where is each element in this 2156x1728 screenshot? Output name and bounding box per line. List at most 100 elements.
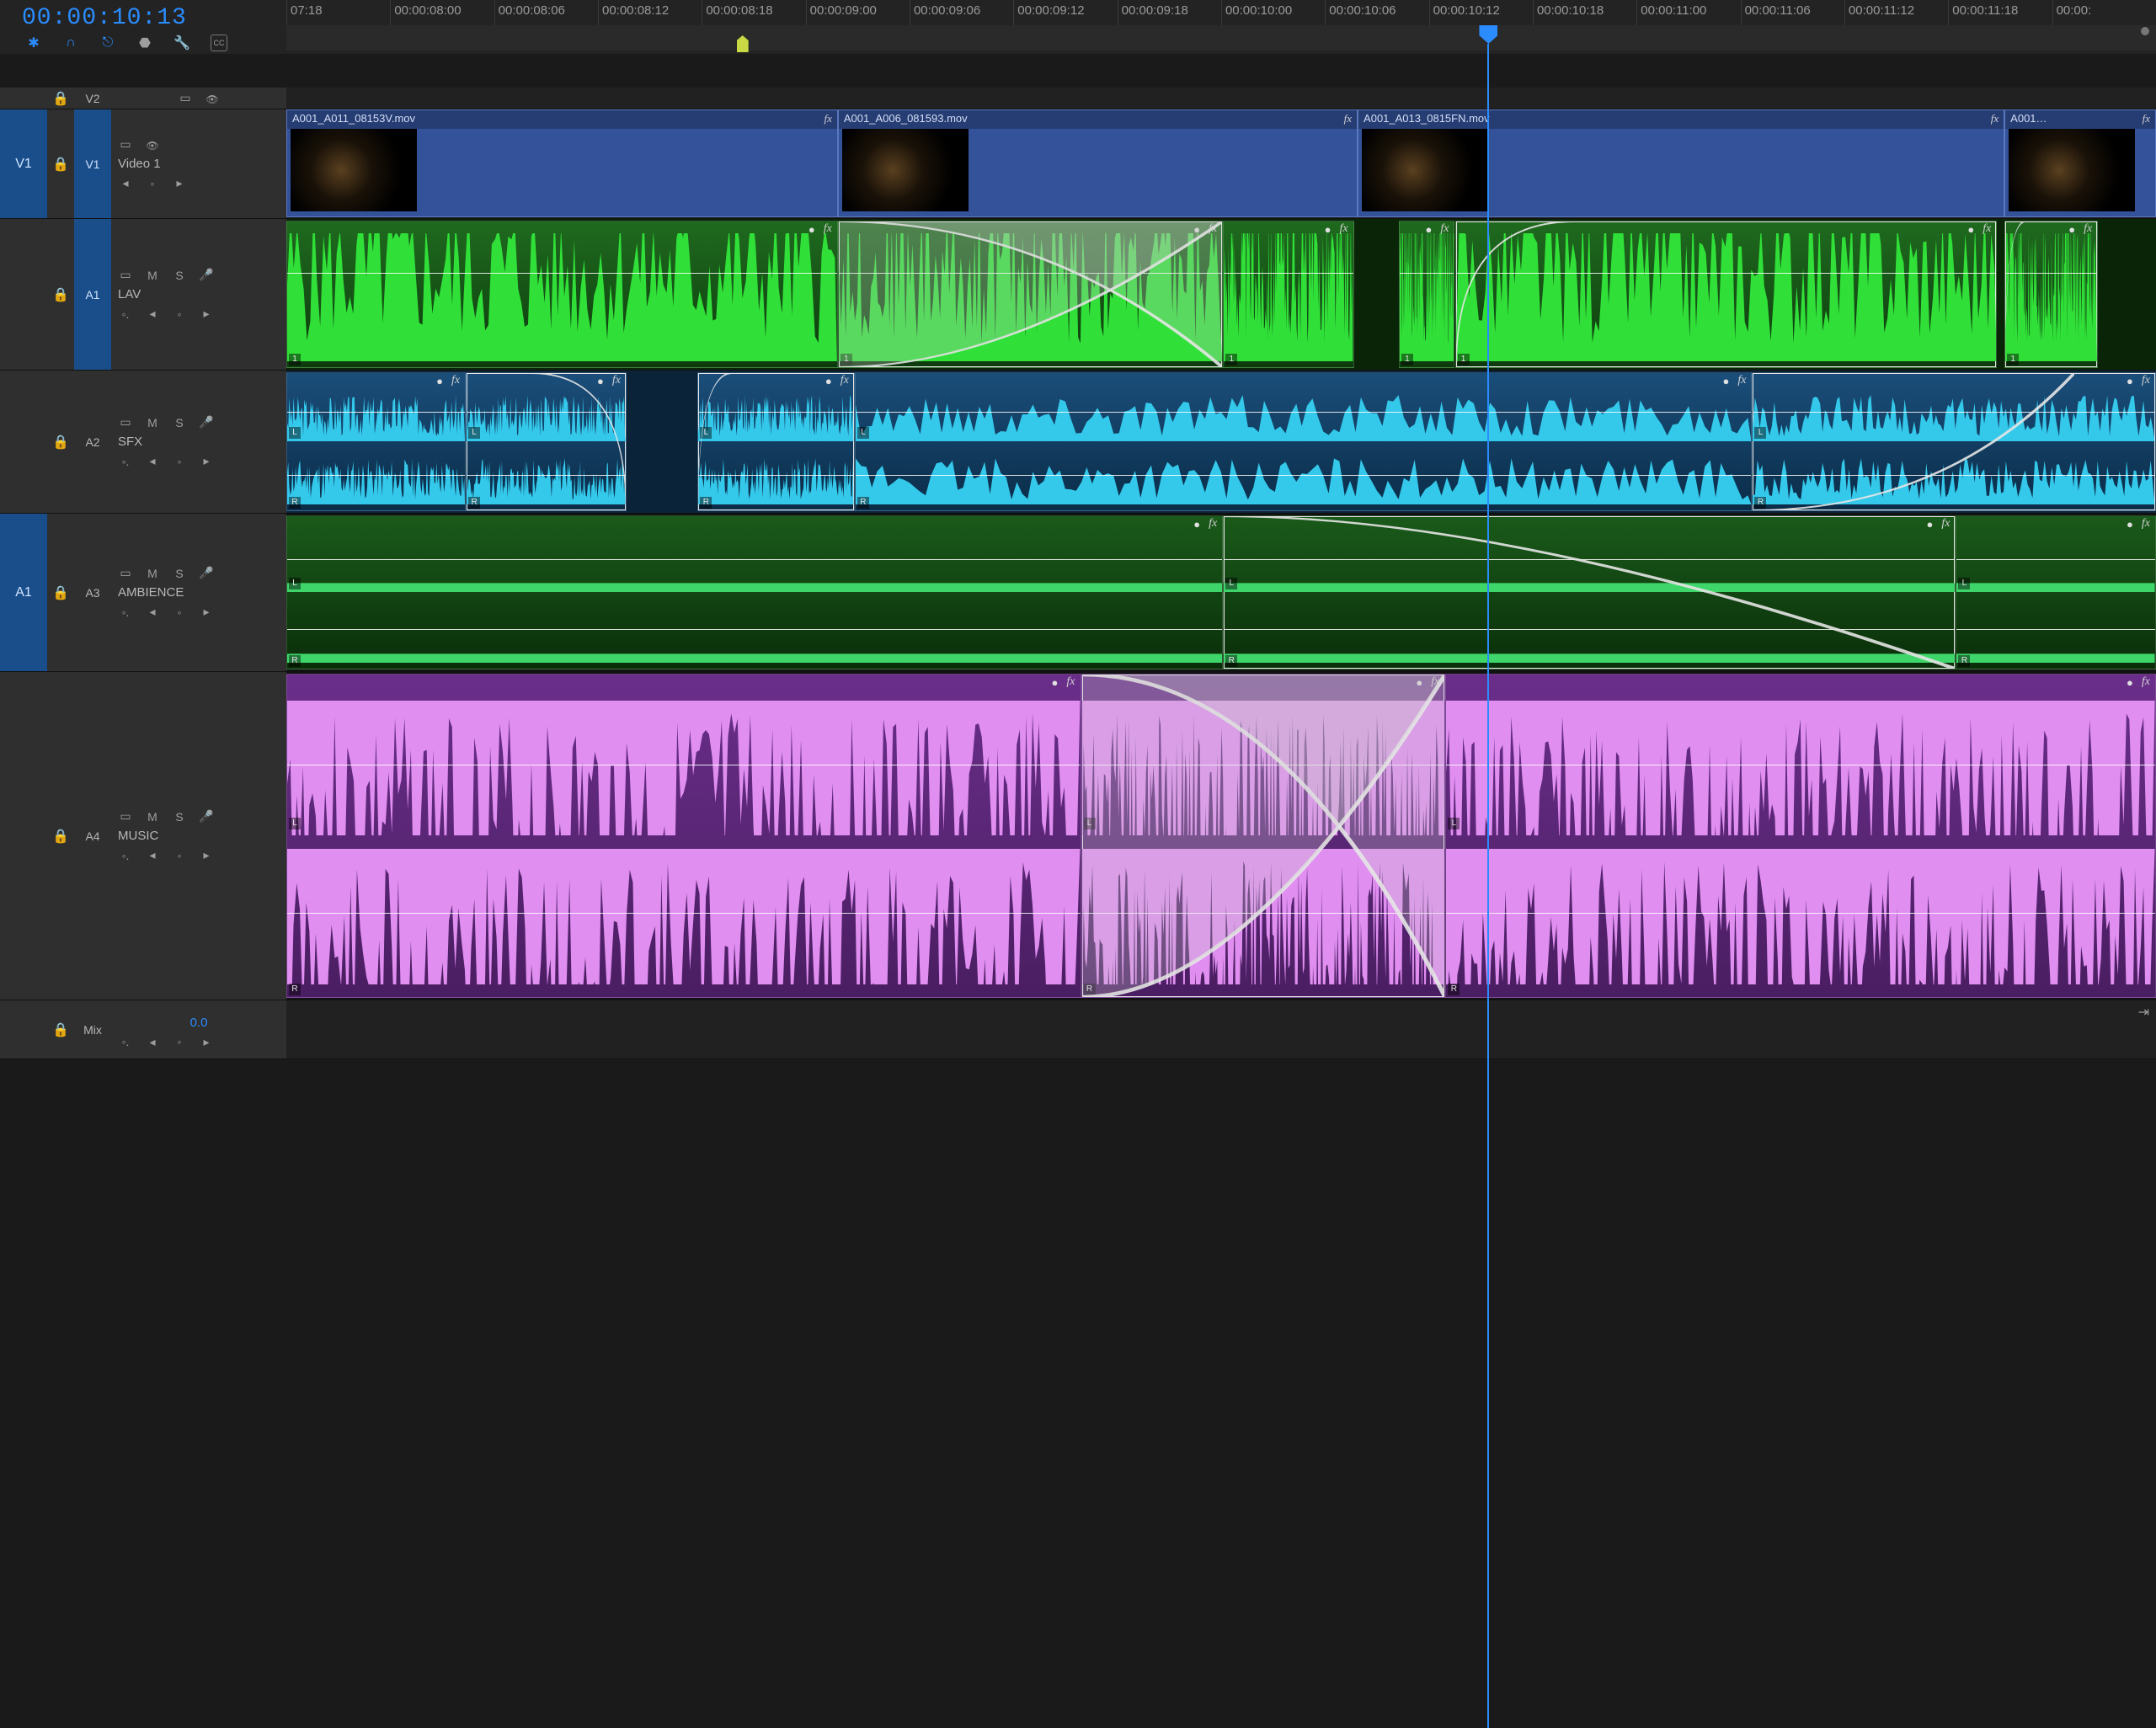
audio-clip[interactable]: ●fxLR [1956, 515, 2156, 669]
track-a2-content[interactable]: ●fxLR●fxLR●fxLR●fxLR●fxLR [286, 371, 2156, 513]
time-ruler[interactable]: 07:1800:00:08:0000:00:08:0600:00:08:1200… [286, 0, 2156, 54]
mix-value[interactable]: 0.0 [118, 1011, 280, 1030]
audio-clip[interactable]: ●fx1 [1399, 221, 1455, 368]
snap-icon[interactable]: ∩ [62, 35, 79, 51]
keyframe-mode-icon[interactable]: ◦. [118, 849, 133, 862]
audio-clip[interactable]: ●fxLR [286, 674, 1081, 998]
marker-icon[interactable]: ⬣ [136, 35, 153, 51]
toggle-output-icon[interactable]: ▭ [118, 566, 133, 580]
audio-clip[interactable]: ●fx1 [838, 221, 1223, 368]
solo-button[interactable]: S [172, 269, 187, 282]
next-keyframe-icon[interactable]: ▸ [199, 1035, 214, 1049]
collapse-icon[interactable]: ⇥ [2138, 1004, 2149, 1021]
audio-clip[interactable]: ●fx1 [1455, 221, 1998, 368]
voiceover-mic-icon[interactable]: 🎤 [199, 566, 214, 580]
source-patch-a4[interactable] [0, 672, 47, 1000]
add-keyframe-icon[interactable]: ◦ [172, 605, 187, 619]
prev-keyframe-icon[interactable]: ◂ [145, 1035, 160, 1049]
prev-keyframe-icon[interactable]: ◂ [145, 605, 160, 619]
keyframe-mode-icon[interactable]: ◦. [118, 307, 133, 321]
fx-icon[interactable]: fx [1991, 112, 1999, 127]
audio-clip[interactable]: ●fx1 [286, 221, 838, 368]
next-keyframe-icon[interactable]: ▸ [199, 307, 214, 321]
prev-keyframe-icon[interactable]: ◂ [118, 176, 133, 190]
source-patch-a2[interactable] [0, 371, 47, 513]
track-name[interactable]: Video 1 [118, 157, 280, 171]
audio-clip[interactable]: ●fxLR [1445, 674, 2156, 998]
add-keyframe-icon[interactable]: ◦ [172, 1035, 187, 1048]
track-a3-content[interactable]: ●fxLR●fxLR●fxLR [286, 514, 2156, 671]
audio-clip[interactable]: ●fx1 [1223, 221, 1353, 368]
track-id-v2[interactable]: V2 [74, 88, 111, 109]
track-name[interactable]: MUSIC [118, 829, 280, 843]
track-id-a2[interactable]: A2 [74, 371, 111, 513]
track-id-a3[interactable]: A3 [74, 514, 111, 671]
add-keyframe-icon[interactable]: ◦ [172, 455, 187, 468]
lock-icon[interactable]: 🔒 [47, 672, 74, 1000]
track-name[interactable]: AMBIENCE [118, 585, 280, 600]
audio-clip[interactable]: ●fxLR [1752, 372, 2156, 511]
keyframe-mode-icon[interactable]: ◦. [118, 455, 133, 468]
current-timecode[interactable]: 00:00:10:13 [0, 0, 286, 31]
audio-clip[interactable]: ●fx1 [2004, 221, 2098, 368]
solo-button[interactable]: S [172, 567, 187, 580]
source-patch-a1[interactable] [0, 219, 47, 370]
lock-icon[interactable]: 🔒 [47, 109, 74, 218]
mute-button[interactable]: M [145, 269, 160, 282]
video-clip[interactable]: A001…fx [2004, 109, 2156, 217]
audio-clip[interactable]: ●fxLR [697, 372, 854, 511]
audio-clip[interactable]: ●fxLR [286, 515, 1223, 669]
audio-clip[interactable]: ●fxLR [1223, 515, 1956, 669]
next-keyframe-icon[interactable]: ▸ [199, 454, 214, 468]
track-id-a1[interactable]: A1 [74, 219, 111, 370]
track-id-a4[interactable]: A4 [74, 672, 111, 1000]
eye-icon[interactable] [205, 92, 220, 105]
toggle-output-icon[interactable]: ▭ [118, 415, 133, 429]
voiceover-mic-icon[interactable]: 🎤 [199, 268, 214, 282]
next-keyframe-icon[interactable]: ▸ [199, 848, 214, 862]
toggle-output-icon[interactable]: ▭ [118, 809, 133, 824]
fx-icon[interactable]: fx [825, 112, 832, 127]
toggle-output-icon[interactable]: ▭ [178, 91, 193, 105]
video-clip[interactable]: A001_A006_081593.movfx [838, 109, 1358, 217]
lock-icon[interactable]: 🔒 [47, 219, 74, 370]
fx-icon[interactable]: fx [2143, 112, 2150, 127]
lock-icon[interactable]: 🔒 [47, 514, 74, 671]
prev-keyframe-icon[interactable]: ◂ [145, 848, 160, 862]
video-clip[interactable]: A001_A013_0815FN.movfx [1358, 109, 2004, 217]
voiceover-mic-icon[interactable]: 🎤 [199, 415, 214, 429]
zoom-scroll-dot[interactable] [2141, 27, 2149, 35]
add-keyframe-icon[interactable]: ◦ [145, 177, 160, 190]
mute-button[interactable]: M [145, 416, 160, 429]
eye-icon[interactable] [145, 138, 160, 152]
track-name[interactable]: SFX [118, 435, 280, 449]
ripple-insert-icon[interactable]: ✱ [25, 35, 42, 51]
prev-keyframe-icon[interactable]: ◂ [145, 307, 160, 321]
lock-icon[interactable]: 🔒 [47, 1000, 74, 1059]
audio-clip[interactable]: ●fxLR [286, 372, 466, 511]
mute-button[interactable]: M [145, 810, 160, 824]
next-keyframe-icon[interactable]: ▸ [199, 605, 214, 619]
lock-icon[interactable]: 🔒 [47, 88, 74, 109]
fx-icon[interactable]: fx [1066, 675, 1075, 689]
toggle-output-icon[interactable]: ▭ [118, 268, 133, 282]
keyframe-mode-icon[interactable]: ◦. [118, 605, 133, 619]
lock-icon[interactable]: 🔒 [47, 371, 74, 513]
solo-button[interactable]: S [172, 810, 187, 824]
captions-icon[interactable]: CC [211, 35, 227, 51]
audio-clip[interactable]: ●fxLR [1081, 674, 1446, 998]
audio-clip[interactable]: ●fxLR [466, 372, 627, 511]
wrench-icon[interactable]: 🔧 [173, 35, 190, 51]
track-name[interactable]: LAV [118, 287, 280, 301]
track-a4-content[interactable]: ●fxLR●fxLR ●fxLR [286, 672, 2156, 1000]
toggle-output-icon[interactable]: ▭ [118, 137, 133, 152]
solo-button[interactable]: S [172, 416, 187, 429]
next-keyframe-icon[interactable]: ▸ [172, 176, 187, 190]
fx-icon[interactable]: fx [1431, 675, 1439, 689]
track-a1-content[interactable]: ●fx1●fx1 ●fx1●fx1●fx1●fx1 [286, 219, 2156, 370]
keyframe-mode-icon[interactable]: ◦. [118, 1035, 133, 1048]
track-id-v1[interactable]: V1 [74, 109, 111, 218]
video-clip[interactable]: A001_A011_08153V.movfx [286, 109, 838, 217]
track-v1-content[interactable]: A001_A011_08153V.movfxA001_A006_081593.m… [286, 109, 2156, 218]
fx-icon[interactable]: fx [2142, 675, 2150, 689]
